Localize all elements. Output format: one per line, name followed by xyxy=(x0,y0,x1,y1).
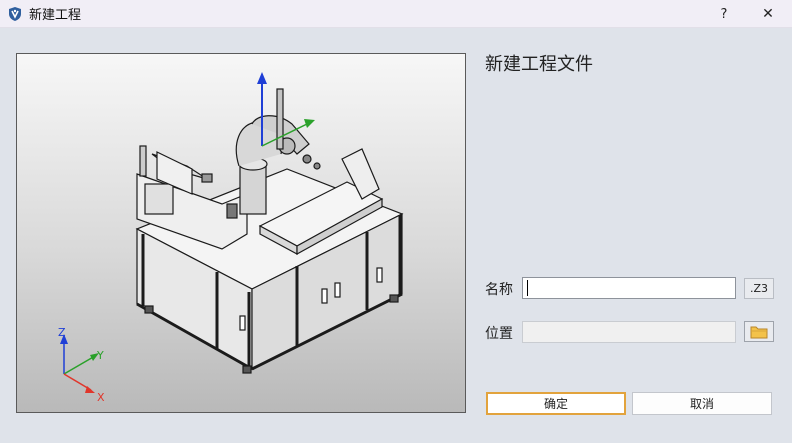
axis-z-label: Z xyxy=(58,326,66,339)
name-field[interactable] xyxy=(522,277,736,299)
location-field[interactable] xyxy=(522,321,736,343)
app-logo-icon xyxy=(9,6,21,21)
window-title: 新建工程 xyxy=(29,8,82,23)
close-icon: ✕ xyxy=(762,6,774,22)
machine-render: Z Y X xyxy=(58,72,404,404)
model-preview: Z Y X xyxy=(16,53,466,413)
ok-button[interactable]: 确定 xyxy=(486,392,626,415)
page-title: 新建工程文件 xyxy=(485,54,593,75)
extension-label: .Z3 xyxy=(744,278,774,299)
title-bar: 新建工程 xyxy=(0,0,792,28)
axis-y-label: Y xyxy=(96,349,104,362)
folder-icon xyxy=(750,326,768,338)
browse-folder-button[interactable] xyxy=(744,321,774,342)
location-label: 位置 xyxy=(485,326,513,342)
cancel-button[interactable]: 取消 xyxy=(632,392,772,415)
help-icon: ? xyxy=(720,6,728,22)
name-label: 名称 xyxy=(485,282,513,298)
axis-x-label: X xyxy=(97,391,105,404)
close-button[interactable]: ✕ xyxy=(746,0,790,28)
text-caret xyxy=(527,280,528,296)
help-button[interactable]: ? xyxy=(702,0,746,28)
